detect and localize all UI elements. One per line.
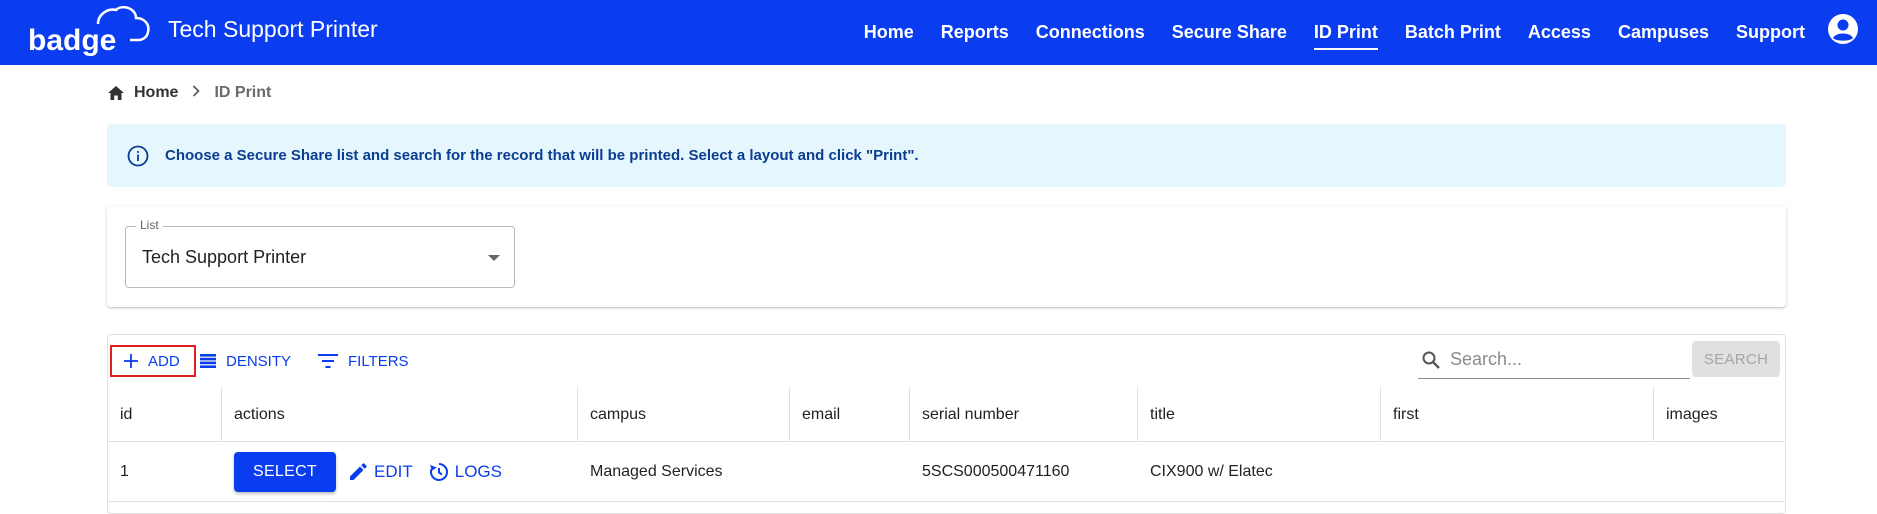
info-icon: [127, 145, 149, 166]
chevron-right-icon: [192, 84, 201, 102]
list-card: List Tech Support Printer: [107, 206, 1786, 307]
cell-title: CIX900 w/ Elatec: [1150, 463, 1273, 480]
column-header-id[interactable]: id: [108, 387, 222, 442]
cell-images: [1654, 442, 1786, 502]
plus-icon: [124, 354, 138, 368]
nav-batch-print[interactable]: Batch Print: [1405, 18, 1501, 47]
edit-button-label: EDIT: [374, 462, 413, 481]
top-app-bar: badge Tech Support Printer Home Reports …: [0, 0, 1877, 65]
pencil-icon: [350, 463, 367, 480]
column-header-campus[interactable]: campus: [578, 387, 790, 442]
logs-button-label: LOGS: [454, 462, 502, 481]
breadcrumb-current: ID Print: [214, 84, 272, 101]
column-header-email[interactable]: email: [790, 387, 910, 442]
add-button-label: ADD: [148, 352, 180, 370]
data-grid: ADD DENSITY FILTERS SEARCH id actions: [107, 334, 1786, 514]
breadcrumb: Home ID Print: [108, 84, 271, 102]
column-header-first[interactable]: first: [1381, 387, 1654, 442]
density-icon: [200, 354, 216, 368]
nav-secure-share[interactable]: Secure Share: [1172, 18, 1287, 47]
cell-campus: Managed Services: [590, 463, 723, 480]
nav-connections[interactable]: Connections: [1036, 18, 1145, 47]
breadcrumb-home[interactable]: Home: [108, 84, 178, 102]
search-icon: [1422, 351, 1440, 369]
list-select[interactable]: List Tech Support Printer: [125, 218, 515, 288]
main-nav: Home Reports Connections Secure Share ID…: [837, 0, 1805, 65]
logs-button[interactable]: LOGS: [429, 462, 502, 482]
nav-home[interactable]: Home: [864, 18, 914, 47]
nav-support[interactable]: Support: [1736, 18, 1805, 47]
nav-reports[interactable]: Reports: [941, 18, 1009, 47]
density-button[interactable]: DENSITY: [200, 345, 291, 377]
column-header-serial-number[interactable]: serial number: [910, 387, 1138, 442]
column-header-title[interactable]: title: [1138, 387, 1381, 442]
home-icon: [108, 86, 124, 100]
filters-button-label: FILTERS: [348, 352, 409, 370]
dropdown-arrow-icon: [488, 255, 500, 261]
app-title: Tech Support Printer: [168, 16, 378, 42]
history-icon: [429, 463, 448, 481]
svg-text:badge: badge: [28, 24, 116, 57]
search-field[interactable]: [1418, 341, 1690, 379]
cell-first: [1381, 442, 1654, 502]
column-header-actions[interactable]: actions: [222, 387, 578, 442]
alert-message: Choose a Secure Share list and search fo…: [165, 147, 919, 164]
cell-email: [790, 442, 910, 502]
nav-campuses[interactable]: Campuses: [1618, 18, 1709, 47]
density-button-label: DENSITY: [226, 352, 292, 370]
select-button[interactable]: SELECT: [234, 452, 336, 492]
column-header-images[interactable]: images: [1654, 387, 1786, 442]
table-row: 1 SELECT EDIT LOGS Managed Services 5SCS…: [108, 442, 1785, 502]
cell-id: 1: [120, 463, 129, 480]
filter-icon: [318, 354, 338, 368]
badge-logo[interactable]: badge: [26, 6, 154, 58]
search-button[interactable]: SEARCH: [1692, 341, 1780, 377]
account-circle-icon[interactable]: [1827, 13, 1859, 45]
add-button[interactable]: ADD: [110, 345, 196, 377]
breadcrumb-home-label: Home: [134, 84, 179, 101]
cell-actions: SELECT EDIT LOGS: [222, 442, 578, 502]
grid-toolbar: ADD DENSITY FILTERS SEARCH: [108, 335, 1785, 387]
edit-button[interactable]: EDIT: [348, 462, 413, 482]
nav-id-print[interactable]: ID Print: [1313, 18, 1378, 50]
cell-serial-number: 5SCS000500471160: [922, 463, 1070, 480]
list-select-label: List: [136, 218, 163, 232]
search-input[interactable]: [1450, 345, 1680, 373]
list-select-value: Tech Support Printer: [142, 247, 307, 267]
filters-button[interactable]: FILTERS: [318, 345, 409, 377]
info-alert: Choose a Secure Share list and search fo…: [107, 124, 1786, 187]
nav-access[interactable]: Access: [1528, 18, 1591, 47]
table-header: id actions campus email serial number ti…: [108, 387, 1785, 442]
